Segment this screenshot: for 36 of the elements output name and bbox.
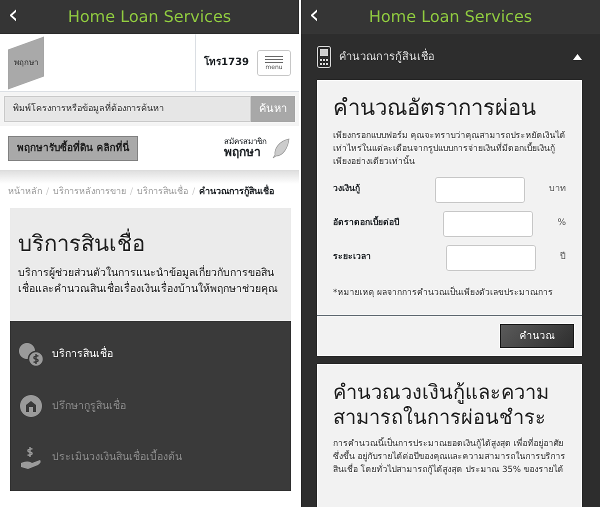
breadcrumb-separator: / — [46, 186, 50, 199]
back-icon[interactable]: ‹ — [309, 2, 320, 28]
member-link[interactable]: สมัครสมาชิก — [224, 138, 267, 146]
feather-icon — [271, 137, 291, 159]
card-description: เพียงกรอกแบบฟอร์ม คุณจะทราบว่าคุณสามารถประหยัดเงินได้เท่าไหร่ในแต่ละเดือนจากรูปแบบการจ่ายเงินที่มีดอกเบี้ยเงินกู้เพียงอย่างเดียวเท่านั้น — [333, 130, 566, 169]
note-text: *หมายเหตุ ผลจากการคำนวณเป็นเพียงตัวเลขประมาณการ — [333, 286, 554, 300]
member-link[interactable]: พฤกษา — [224, 146, 267, 158]
card-heading: คำนวณอัตราการผ่อน — [333, 96, 537, 122]
card-heading: คำนวณวงเงินกู้และความสามารถในการผ่อนชำระ — [333, 380, 550, 430]
accordion-header[interactable]: คำนวณการกู้สินเชื่อ — [317, 34, 582, 80]
input-field[interactable] — [443, 210, 534, 237]
breadcrumb-link[interactable]: คำนวณการกู้สินเชื่อ — [199, 186, 274, 200]
input-field[interactable] — [435, 176, 525, 203]
field-label: วงเงินกู้ — [333, 183, 361, 196]
calculate-button[interactable]: คำนวณ — [500, 324, 574, 348]
page-description: บริการผู้ช่วยส่วนตัวในการแนะนำข้อมูลเกี่ยวกับการขอสินเชื่อและคำนวณสินเชื่อเรื่องเงินเรื่องบ้านให้พฤกษาช่วยคุณ — [18, 266, 279, 297]
menu-item[interactable]: บริการสินเชื่อ — [10, 341, 291, 370]
input-field[interactable] — [446, 244, 536, 271]
app-title: Home Loan Services — [68, 6, 232, 28]
field-label: ระยะเวลา — [333, 251, 372, 264]
logo[interactable]: พฤกษา — [8, 36, 44, 90]
breadcrumb-separator: / — [192, 186, 196, 199]
calculator-icon — [317, 46, 331, 68]
unit-label: % — [557, 216, 566, 230]
search-field[interactable]: พิมพ์โครงการหรือข้อมูลที่ต้องการค้นหา — [4, 96, 251, 122]
promo-button[interactable]: พฤกษารับซื้อที่ดิน คลิกที่นี่ — [8, 136, 138, 160]
house-icon — [18, 393, 44, 420]
unit-label: บาท — [549, 182, 566, 196]
phone-number: โทร1739 — [204, 55, 249, 70]
breadcrumb-separator: / — [130, 186, 134, 199]
app-title: Home Loan Services — [368, 6, 532, 28]
field-label: อัตราดอกเบี้ยต่อปี — [333, 217, 444, 230]
card-description: การคำนวณนี้เป็นการประมาณยอดเงินกู้ได้สูงสุด เพื่อที่อยู่อาศัยซึ่งขึ้น อยู่กับรายได้ต่อปีของคุณและความสามารถในการบริการสินเชื่อ โดยทั่วไปสามารถกู้ได้สูงสุด ประมาณ 35% ของรายได้ — [333, 438, 566, 477]
back-icon[interactable]: ‹ — [8, 2, 18, 28]
unit-label: ปี — [560, 250, 566, 264]
coins-icon — [18, 342, 44, 368]
